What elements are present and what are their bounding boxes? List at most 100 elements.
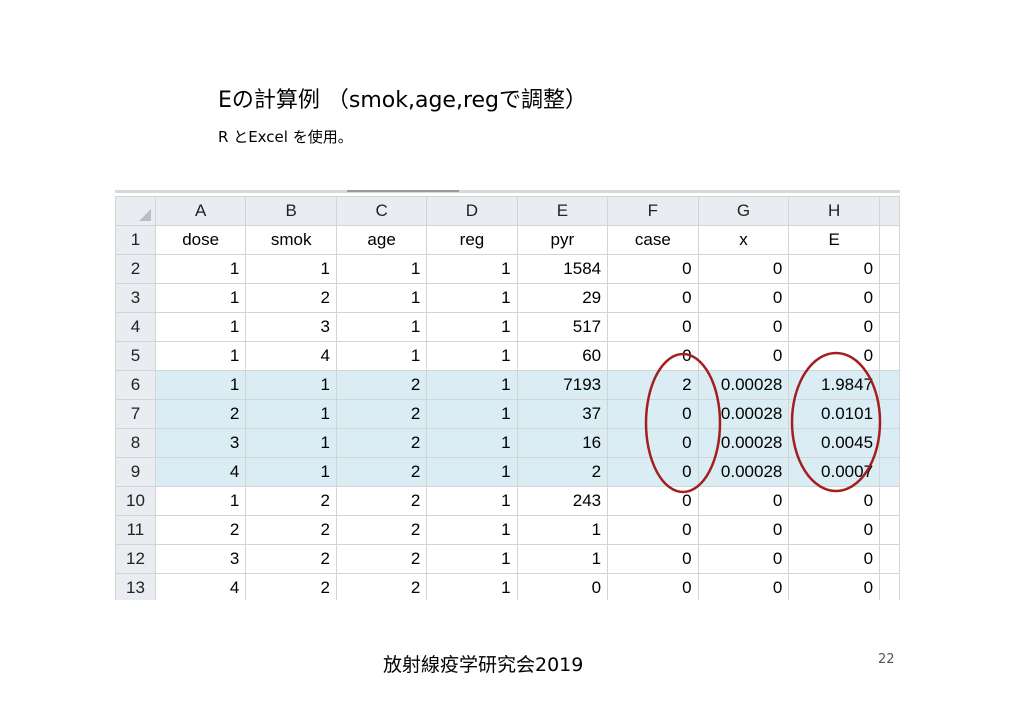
cell[interactable]: 0 [607, 312, 699, 342]
cell[interactable]: 2 [516, 457, 609, 487]
column-header-partial[interactable] [879, 196, 900, 226]
cell[interactable]: pyr [516, 225, 609, 255]
cell[interactable]: 0 [607, 486, 699, 516]
cell[interactable]: age [335, 225, 428, 255]
cell[interactable]: 29 [516, 283, 609, 313]
cell[interactable]: 1 [426, 428, 518, 458]
cell[interactable] [879, 457, 900, 487]
cell[interactable]: 0 [607, 428, 699, 458]
cell[interactable]: 2 [245, 283, 337, 313]
cell[interactable]: 1 [426, 515, 518, 545]
select-all-corner[interactable] [115, 196, 156, 226]
cell[interactable]: 2 [245, 544, 337, 574]
cell[interactable]: 0 [788, 341, 881, 371]
cell[interactable]: 2 [154, 515, 247, 545]
cell[interactable]: 1 [426, 486, 518, 516]
cell[interactable]: 1 [426, 544, 518, 574]
cell[interactable]: 1 [245, 370, 337, 400]
cell[interactable]: 1 [426, 341, 518, 371]
cell[interactable]: 1.9847 [788, 370, 881, 400]
cell[interactable]: case [607, 225, 699, 255]
cell[interactable]: 37 [516, 399, 609, 429]
cell[interactable]: 7193 [516, 370, 609, 400]
cell[interactable]: 1 [154, 254, 247, 284]
cell[interactable]: 1 [245, 254, 337, 284]
cell[interactable]: 243 [516, 486, 609, 516]
row-header[interactable]: 4 [115, 312, 156, 342]
cell[interactable]: 1 [154, 370, 247, 400]
column-header[interactable]: B [245, 196, 337, 226]
column-header[interactable]: A [154, 196, 247, 226]
column-header[interactable]: G [697, 196, 790, 226]
cell[interactable] [879, 544, 900, 574]
cell[interactable]: 1 [245, 457, 337, 487]
cell[interactable]: 3 [154, 544, 247, 574]
column-header[interactable]: D [426, 196, 518, 226]
cell[interactable]: 2 [245, 515, 337, 545]
cell[interactable]: 2 [335, 428, 428, 458]
cell[interactable]: 60 [516, 341, 609, 371]
cell[interactable] [879, 399, 900, 429]
cell[interactable]: 2 [245, 573, 337, 600]
cell[interactable]: 0.0007 [788, 457, 881, 487]
column-header[interactable]: H [788, 196, 881, 226]
cell[interactable]: 1 [335, 341, 428, 371]
cell[interactable] [879, 428, 900, 458]
cell[interactable]: 2 [335, 457, 428, 487]
cell[interactable] [879, 370, 900, 400]
cell[interactable]: 1 [426, 254, 518, 284]
cell[interactable]: 2 [335, 399, 428, 429]
row-header[interactable]: 7 [115, 399, 156, 429]
cell[interactable]: 0.0045 [788, 428, 881, 458]
cell[interactable]: reg [426, 225, 518, 255]
cell[interactable]: 4 [154, 457, 247, 487]
row-header[interactable]: 5 [115, 341, 156, 371]
row-header[interactable]: 6 [115, 370, 156, 400]
cell[interactable]: 0 [697, 573, 790, 600]
cell[interactable]: 2 [245, 486, 337, 516]
cell[interactable]: 2 [335, 573, 428, 600]
cell[interactable]: 2 [335, 515, 428, 545]
cell[interactable]: 1584 [516, 254, 609, 284]
cell[interactable]: 0 [697, 312, 790, 342]
row-header[interactable]: 8 [115, 428, 156, 458]
cell[interactable] [879, 225, 900, 255]
cell[interactable]: 0 [788, 486, 881, 516]
row-header[interactable]: 3 [115, 283, 156, 313]
cell[interactable]: 0 [607, 544, 699, 574]
cell[interactable]: 0 [788, 254, 881, 284]
cell[interactable]: 0 [788, 515, 881, 545]
row-header[interactable]: 10 [115, 486, 156, 516]
cell[interactable]: 3 [154, 428, 247, 458]
cell[interactable]: 2 [335, 370, 428, 400]
cell[interactable]: 0 [607, 254, 699, 284]
cell[interactable]: 0 [697, 486, 790, 516]
cell[interactable]: 0.0101 [788, 399, 881, 429]
cell[interactable]: 0 [607, 399, 699, 429]
cell[interactable]: 0.00028 [697, 428, 790, 458]
cell[interactable]: x [697, 225, 790, 255]
cell[interactable] [879, 573, 900, 600]
cell[interactable]: 0 [607, 341, 699, 371]
cell[interactable]: 0 [788, 544, 881, 574]
cell[interactable]: 0 [697, 515, 790, 545]
cell[interactable]: 0 [607, 573, 699, 600]
cell[interactable]: 2 [607, 370, 699, 400]
cell[interactable]: 2 [335, 486, 428, 516]
cell[interactable]: 0 [697, 341, 790, 371]
cell[interactable]: 0 [607, 283, 699, 313]
cell[interactable]: 1 [245, 428, 337, 458]
cell[interactable]: 16 [516, 428, 609, 458]
cell[interactable]: smok [245, 225, 337, 255]
cell[interactable]: 1 [245, 399, 337, 429]
cell[interactable]: 3 [245, 312, 337, 342]
cell[interactable]: 0 [697, 283, 790, 313]
cell[interactable]: 1 [516, 515, 609, 545]
cell[interactable]: 0.00028 [697, 399, 790, 429]
cell[interactable]: 2 [335, 544, 428, 574]
cell[interactable]: E [788, 225, 881, 255]
row-header[interactable]: 11 [115, 515, 156, 545]
cell[interactable] [879, 312, 900, 342]
row-header[interactable]: 1 [115, 225, 156, 255]
row-header[interactable]: 2 [115, 254, 156, 284]
